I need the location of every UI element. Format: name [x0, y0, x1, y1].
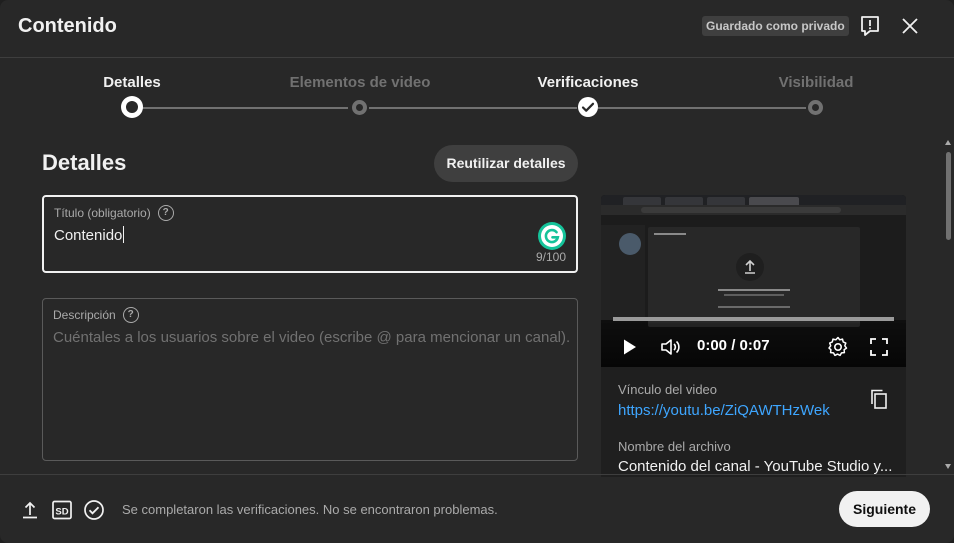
video-time: 0:00 / 0:07 — [697, 337, 770, 354]
grammarly-icon[interactable] — [538, 222, 566, 250]
step-details[interactable]: Detalles — [42, 74, 222, 91]
next-button[interactable]: Siguiente — [839, 491, 930, 527]
step-pending-dot — [352, 100, 367, 115]
step-current-dot — [121, 96, 143, 118]
reuse-details-button[interactable]: Reutilizar detalles — [434, 145, 578, 182]
preview-thumbnail — [601, 205, 906, 215]
svg-text:SD: SD — [55, 507, 68, 518]
dialog-title: Contenido — [18, 15, 117, 37]
scroll-thumb[interactable] — [946, 152, 951, 240]
close-icon[interactable] — [898, 14, 922, 38]
text-caret — [123, 226, 125, 243]
video-info-panel: Vínculo del video https://youtu.be/ZiQAW… — [601, 367, 906, 477]
file-name-label: Nombre del archivo — [618, 439, 731, 454]
help-icon[interactable]: ? — [157, 205, 174, 221]
description-placeholder: Cuéntales a los usuarios sobre el video … — [53, 329, 571, 346]
saved-status-badge: Guardado como privado — [702, 16, 849, 36]
video-link-label: Vínculo del video — [618, 382, 718, 397]
scroll-down-arrow[interactable] — [945, 464, 951, 469]
description-field-label: Descripción — [53, 308, 116, 322]
play-icon[interactable] — [617, 335, 641, 359]
video-link[interactable]: https://youtu.be/ZiQAWTHzWek — [618, 402, 830, 419]
step-pending-dot — [808, 100, 823, 115]
copy-icon[interactable] — [867, 387, 891, 411]
check-circle-icon — [84, 500, 104, 520]
volume-icon[interactable] — [659, 335, 683, 359]
sd-icon: SD — [52, 500, 72, 520]
video-preview[interactable]: 0:00 / 0:07 — [601, 195, 906, 367]
feedback-icon[interactable] — [858, 14, 882, 38]
title-field-label: Título (obligatorio) — [54, 206, 151, 220]
file-name: Contenido del canal - YouTube Studio y..… — [618, 458, 893, 475]
check-icon — [578, 97, 598, 117]
upload-dialog: Contenido Guardado como privado Detalles… — [0, 0, 954, 543]
help-icon[interactable]: ? — [122, 307, 139, 323]
dialog-header: Contenido Guardado como privado — [0, 0, 954, 58]
step-video-elements[interactable]: Elementos de video — [270, 74, 450, 91]
title-field[interactable]: Título (obligatorio) ? Contenido 9/100 — [42, 195, 578, 273]
preview-thumbnail — [601, 195, 906, 205]
upload-icon[interactable] — [19, 499, 41, 521]
step-connector — [369, 107, 577, 109]
checks-status-text: Se completaron las verificaciones. No se… — [122, 502, 498, 517]
step-visibility[interactable]: Visibilidad — [726, 74, 906, 91]
section-title: Detalles — [42, 150, 127, 175]
description-label-row: Descripción ? — [53, 307, 139, 323]
title-char-counter: 9/100 — [535, 250, 566, 264]
title-field-label-row: Título (obligatorio) ? — [54, 205, 174, 221]
fullscreen-icon[interactable] — [867, 335, 891, 359]
step-connector — [598, 107, 806, 109]
title-input[interactable]: Contenido — [54, 226, 125, 244]
title-input-value: Contenido — [54, 227, 123, 244]
step-checks[interactable]: Verificaciones — [498, 74, 678, 91]
preview-thumbnail — [601, 215, 906, 327]
settings-gear-icon[interactable] — [826, 335, 850, 359]
step-connector — [142, 107, 348, 109]
scroll-up-arrow[interactable] — [945, 140, 951, 145]
scrollbar[interactable] — [943, 140, 953, 475]
upload-stepper: Detalles Elementos de video Verificacion… — [0, 58, 954, 128]
dialog-footer: SD Se completaron las verificaciones. No… — [0, 474, 954, 543]
description-field[interactable]: Descripción ? Cuéntales a los usuarios s… — [42, 298, 578, 461]
video-progress-bar[interactable] — [613, 317, 894, 321]
